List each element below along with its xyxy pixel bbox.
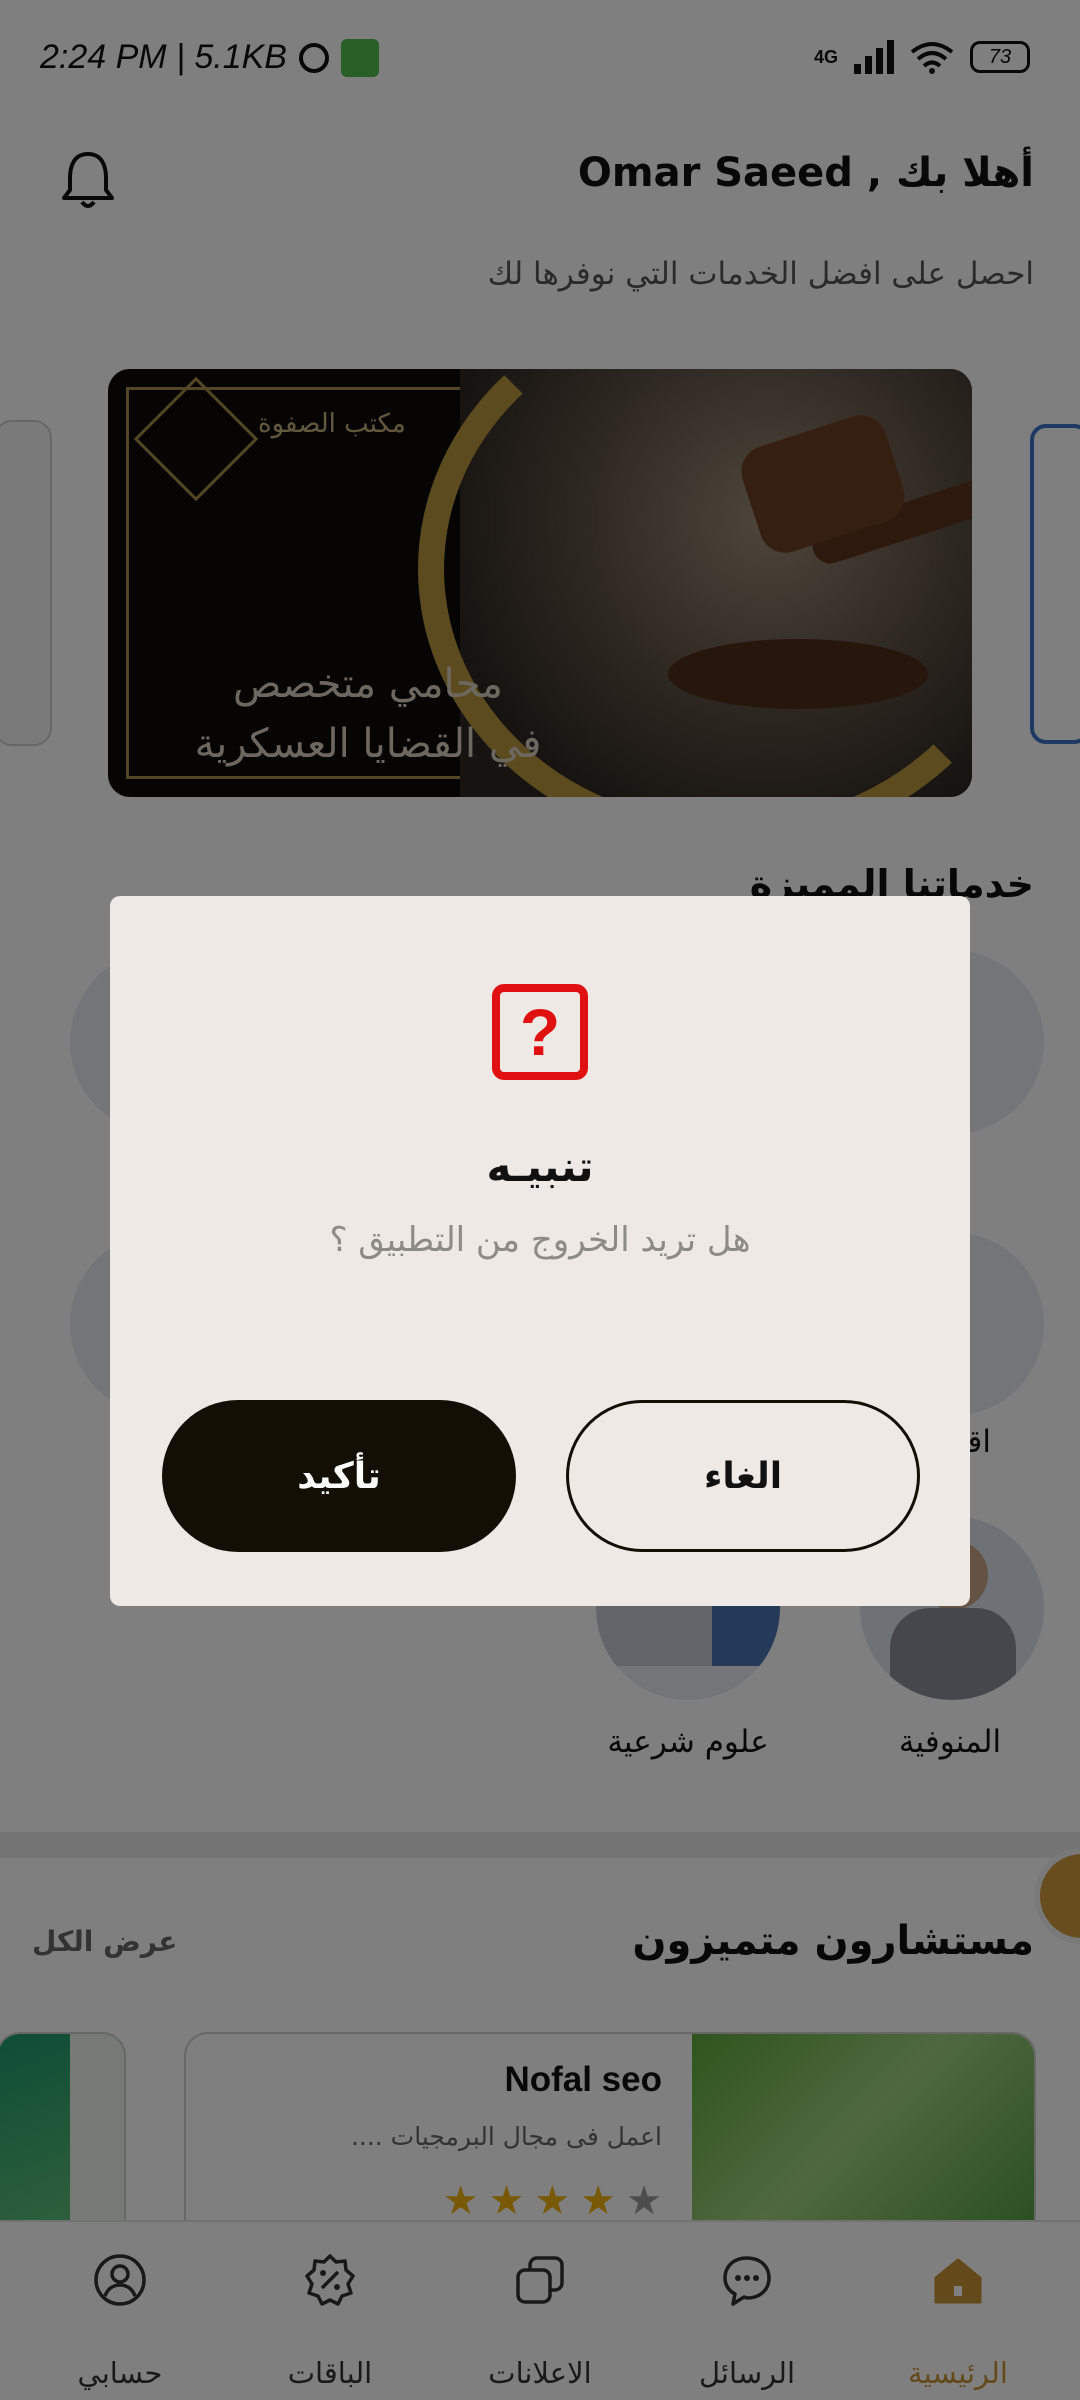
question-icon: ?	[492, 984, 588, 1080]
dialog-message: هل تريد الخروج من التطبيق ؟	[329, 1220, 751, 1260]
cancel-button[interactable]: الغاء	[566, 1400, 920, 1552]
dialog-title: تنبيـه	[486, 1142, 594, 1191]
exit-dialog: ? تنبيـه هل تريد الخروج من التطبيق ؟ تأك…	[110, 896, 970, 1606]
confirm-button[interactable]: تأكيد	[162, 1400, 516, 1552]
